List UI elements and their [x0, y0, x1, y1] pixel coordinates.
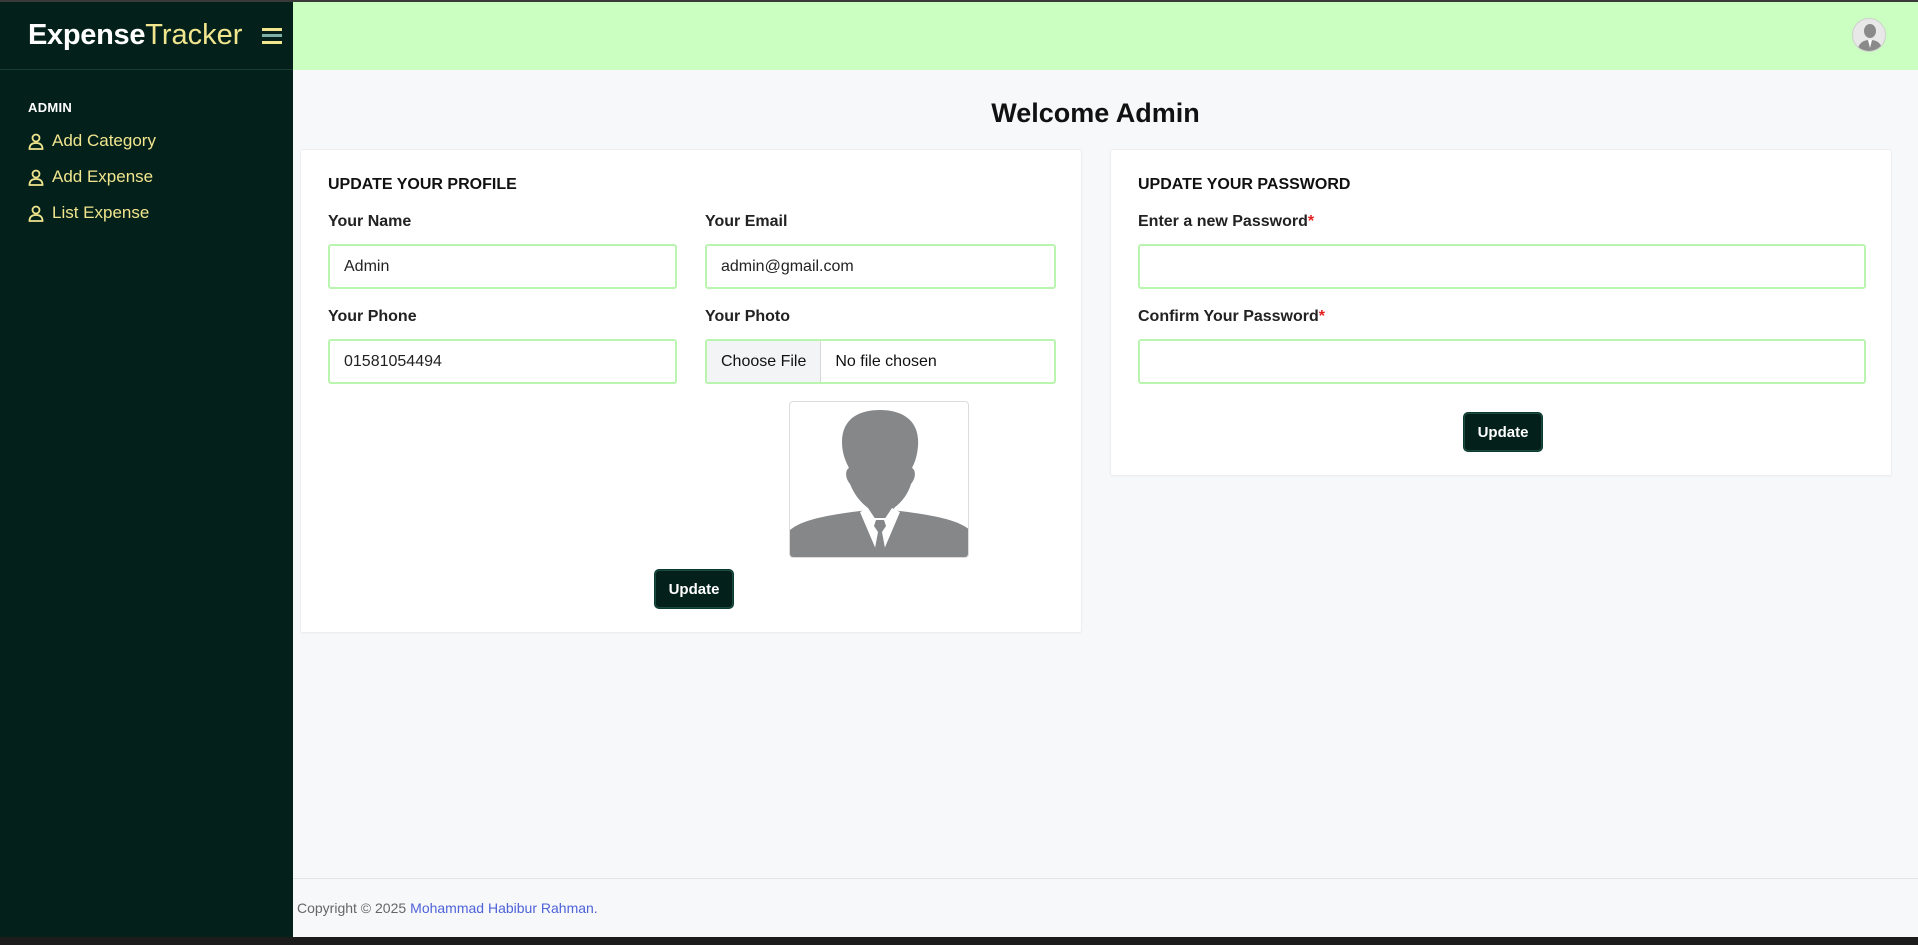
- page-title: Welcome Admin: [991, 98, 1200, 128]
- profile-card-title: UPDATE YOUR PROFILE: [328, 176, 517, 193]
- password-card: UPDATE YOUR PASSWORD Enter a new Passwor…: [1110, 149, 1892, 476]
- update-password-button[interactable]: Update: [1464, 413, 1542, 451]
- brand: Expense Tracker: [0, 2, 293, 70]
- sidebar-item-label: Add Category: [52, 131, 156, 150]
- new-password-label: Enter a new Password*: [1138, 213, 1314, 231]
- user-icon: [28, 205, 44, 222]
- new-password-label-text: Enter a new Password: [1138, 213, 1308, 230]
- sidebar-item-add-category[interactable]: Add Category: [0, 123, 293, 159]
- email-label: Your Email: [705, 213, 788, 230]
- profile-card: UPDATE YOUR PROFILE Your Name Admin Your…: [300, 149, 1082, 633]
- name-label: Your Name: [328, 213, 412, 230]
- new-password-input[interactable]: [1138, 244, 1866, 289]
- person-silhouette-icon: [790, 410, 968, 557]
- profile-photo-placeholder: [789, 401, 969, 558]
- photo-label: Your Photo: [705, 308, 791, 325]
- update-profile-button[interactable]: Update: [655, 570, 733, 608]
- menu-toggle-icon[interactable]: [262, 27, 283, 44]
- main-content: Welcome Admin UPDATE YOUR PROFILE Your N…: [293, 70, 1918, 878]
- footer: Copyright © 2025 Mohammad Habibur Rahman…: [293, 878, 1918, 937]
- email-input[interactable]: admin@gmail.com: [705, 244, 1056, 289]
- user-icon: [28, 133, 44, 150]
- brand-accent[interactable]: Tracker: [145, 19, 242, 52]
- required-mark: *: [1307, 213, 1315, 230]
- brand-name[interactable]: Expense: [28, 19, 145, 52]
- confirm-password-label: Confirm Your Password*: [1138, 308, 1325, 326]
- password-card-title: UPDATE YOUR PASSWORD: [1138, 176, 1351, 193]
- topbar: [293, 0, 1918, 70]
- file-status: No file chosen: [835, 352, 937, 370]
- name-input[interactable]: Admin: [328, 244, 677, 289]
- phone-label: Your Phone: [328, 308, 417, 325]
- os-taskbar: [0, 937, 1918, 945]
- sidebar-item-list-expense[interactable]: List Expense: [0, 195, 293, 231]
- required-mark: *: [1318, 308, 1326, 325]
- sidebar-section-title: ADMIN: [28, 100, 73, 115]
- confirm-password-input[interactable]: [1138, 339, 1866, 384]
- confirm-password-label-text: Confirm Your Password: [1138, 308, 1319, 325]
- choose-file-button[interactable]: Choose File: [707, 341, 822, 382]
- user-icon: [28, 169, 44, 186]
- footer-author-link[interactable]: Mohammad Habibur Rahman.: [410, 900, 598, 916]
- photo-file-input[interactable]: Choose File No file chosen: [705, 339, 1056, 384]
- sidebar-item-add-expense[interactable]: Add Expense: [0, 159, 293, 195]
- footer-copyright: Copyright © 2025: [297, 900, 407, 916]
- sidebar-item-label: Add Expense: [52, 167, 154, 186]
- phone-input[interactable]: 01581054494: [328, 339, 677, 384]
- sidebar-item-label: List Expense: [52, 203, 150, 222]
- sidebar: Expense Tracker ADMIN Add Category Add Ex…: [0, 0, 293, 937]
- user-avatar-icon[interactable]: [1852, 18, 1886, 52]
